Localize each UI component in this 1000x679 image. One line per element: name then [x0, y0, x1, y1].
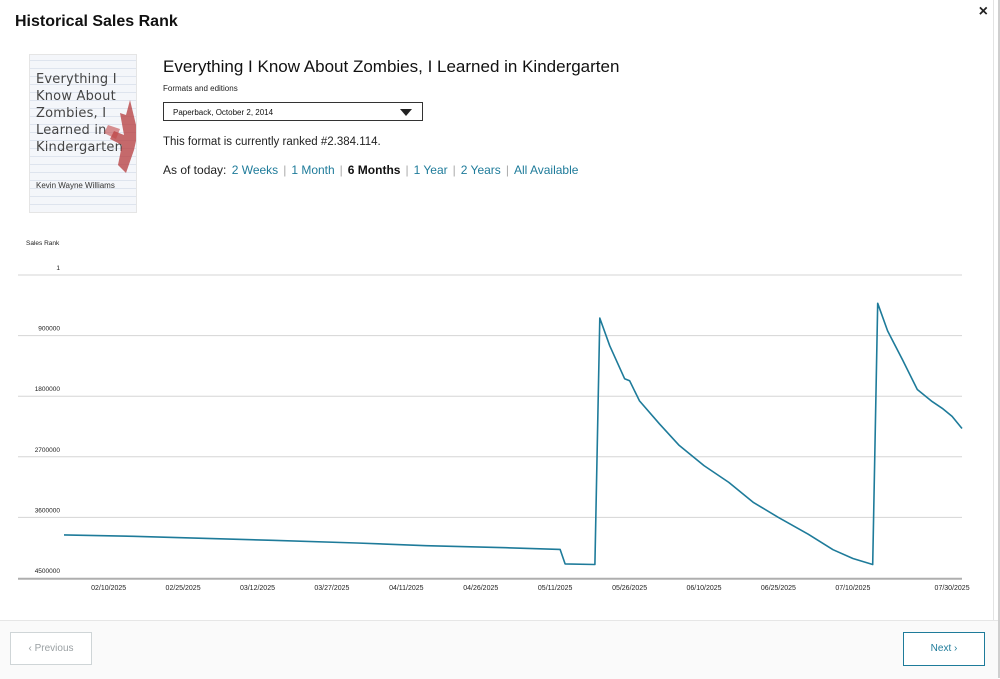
- x-tick-label: 04/26/2025: [463, 585, 498, 592]
- close-icon[interactable]: ×: [979, 3, 988, 21]
- time-range-selector: As of today: 2 Weeks | 1 Month | 6 Months | 1 …: [163, 163, 579, 177]
- formats-label: Formats and editions: [163, 84, 238, 93]
- sales-rank-line: [63, 302, 963, 566]
- range-option-1-month[interactable]: 1 Month: [291, 163, 334, 177]
- next-button[interactable]: Next ›: [903, 632, 985, 666]
- y-axis-title: Sales Rank: [26, 240, 60, 247]
- format-dropdown[interactable]: Paperback, October 2, 2014: [163, 102, 423, 121]
- y-tick-label: 1800000: [35, 386, 61, 393]
- x-tick-label: 02/25/2025: [166, 585, 201, 592]
- x-tick-label: 05/11/2025: [538, 585, 573, 592]
- range-option-6-months[interactable]: 6 Months: [348, 163, 401, 177]
- x-tick-label: 03/27/2025: [314, 585, 349, 592]
- current-rank-text: This format is currently ranked #2.384.1…: [163, 136, 381, 148]
- chevron-down-icon: [400, 109, 412, 116]
- range-option-all-available[interactable]: All Available: [514, 163, 579, 177]
- x-tick-label: 05/26/2025: [612, 585, 647, 592]
- x-tick-label: 06/25/2025: [761, 585, 796, 592]
- y-tick-label: 4500000: [35, 568, 61, 575]
- previous-button[interactable]: ‹ Previous: [10, 632, 92, 665]
- modal-title: Historical Sales Rank: [15, 13, 178, 30]
- x-tick-label: 03/12/2025: [240, 585, 275, 592]
- range-option-2-weeks[interactable]: 2 Weeks: [232, 163, 278, 177]
- x-tick-label: 04/11/2025: [389, 585, 424, 592]
- range-option-2-years[interactable]: 2 Years: [461, 163, 501, 177]
- sales-rank-chart: Sales Rank 1 900000 1800000 2700000 3600000 45…: [18, 240, 970, 592]
- x-tick-label: 07/30/2025: [935, 585, 970, 592]
- book-cover-author: Kevin Wayne Williams: [36, 181, 115, 190]
- x-tick-label: 06/10/2025: [686, 585, 721, 592]
- x-tick-label: 02/10/2025: [91, 585, 126, 592]
- range-option-1-year[interactable]: 1 Year: [414, 163, 448, 177]
- book-title: Everything I Know About Zombies, I Learn…: [163, 57, 620, 76]
- x-tick-label: 07/10/2025: [835, 585, 870, 592]
- y-tick-label: 1: [56, 265, 60, 272]
- modal-footer: [0, 620, 998, 679]
- format-dropdown-value: Paperback, October 2, 2014: [173, 108, 274, 117]
- y-tick-label: 3600000: [35, 507, 61, 514]
- book-cover-image: Everything I Know About Zombies, I Learn…: [30, 55, 136, 212]
- y-tick-label: 2700000: [35, 447, 61, 454]
- y-tick-label: 900000: [38, 326, 60, 333]
- bloody-hand-icon: [104, 100, 136, 173]
- range-label: As of today:: [163, 163, 227, 177]
